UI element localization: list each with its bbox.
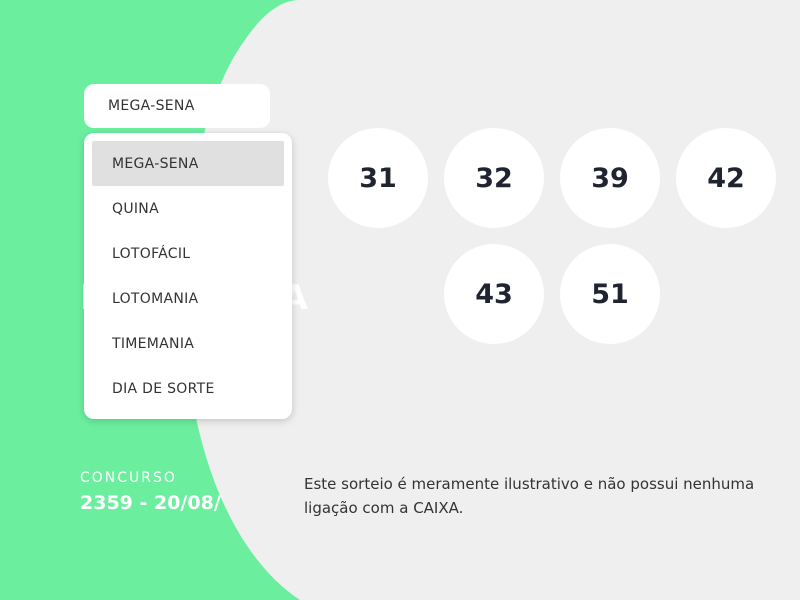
number-ball: 51	[560, 244, 660, 344]
option-label: MEGA-SENA	[112, 155, 199, 172]
concurso-info: CONCURSO 2359 - 20/08/	[80, 470, 221, 514]
option-label: DIA DE SORTE	[112, 380, 215, 397]
lottery-select-value: MEGA-SENA	[108, 98, 195, 114]
dropdown-option-mega-sena[interactable]: MEGA-SENA	[92, 141, 284, 186]
dropdown-option-lotofacil[interactable]: LOTOFÁCIL	[92, 231, 284, 276]
disclaimer-text: Este sorteio é meramente ilustrativo e n…	[304, 475, 755, 517]
dropdown-option-lotomania[interactable]: LOTOMANIA	[92, 276, 284, 321]
dropdown-option-quina[interactable]: QUINA	[92, 186, 284, 231]
number-ball: 39	[560, 128, 660, 228]
option-label: LOTOFÁCIL	[112, 245, 191, 262]
option-label: LOTOMANIA	[112, 290, 199, 307]
number-ball: 42	[676, 128, 776, 228]
dropdown-option-dia-de-sorte[interactable]: DIA DE SORTE	[92, 366, 284, 411]
number-ball: 32	[444, 128, 544, 228]
concurso-value: 2359 - 20/08/	[80, 492, 221, 514]
lottery-dropdown-menu: MEGA-SENA QUINA LOTOFÁCIL LOTOMANIA TIME…	[84, 133, 292, 419]
option-label: QUINA	[112, 200, 159, 217]
lottery-select[interactable]: MEGA-SENA	[84, 84, 270, 128]
number-ball: 31	[328, 128, 428, 228]
concurso-label: CONCURSO	[80, 470, 177, 486]
dropdown-option-timemania[interactable]: TIMEMANIA	[92, 321, 284, 366]
number-ball: 43	[444, 244, 544, 344]
option-label: TIMEMANIA	[112, 335, 195, 352]
